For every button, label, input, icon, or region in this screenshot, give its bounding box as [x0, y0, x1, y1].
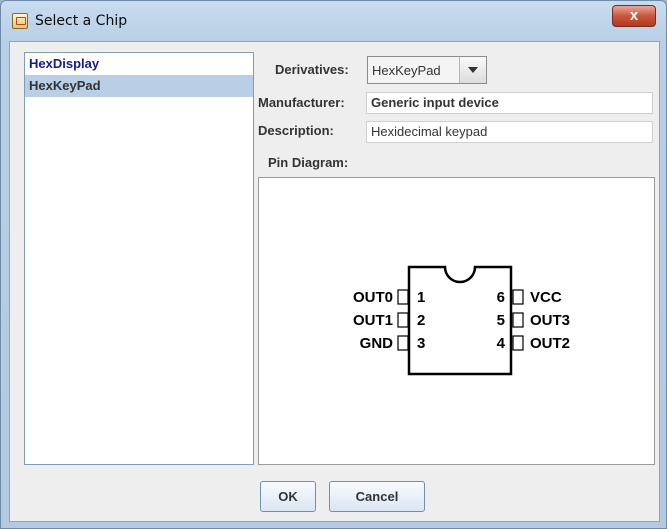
pin-diagram-panel: OUT0 OUT1 GND 1 2 3 6 5 4 VCC OUT3 OUT2 — [258, 177, 655, 465]
title-bar[interactable]: Select a Chip x — [1, 1, 666, 41]
pin-5-box — [512, 312, 524, 328]
manufacturer-field[interactable]: Generic input device — [366, 92, 653, 114]
java-app-icon — [12, 13, 28, 29]
derivatives-label: Derivatives: — [275, 62, 349, 77]
pin-name-left: OUT1 — [353, 312, 393, 329]
pin-number-left: 1 — [417, 289, 425, 306]
pin-3-box — [397, 335, 409, 351]
chip-list-item-hexdisplay[interactable]: HexDisplay — [25, 53, 253, 75]
pin-name-right: OUT3 — [530, 312, 570, 329]
close-button[interactable]: x — [612, 5, 656, 27]
pin-diagram-label: Pin Diagram: — [268, 155, 349, 170]
ok-button[interactable]: OK — [260, 481, 316, 512]
window-title: Select a Chip — [35, 13, 128, 29]
pin-name-left: GND — [360, 335, 394, 352]
select-chip-dialog: Select a Chip x HexDisplay HexKeyPad Der… — [0, 0, 667, 529]
derivatives-selected-value: HexKeyPad — [372, 63, 441, 78]
pin-number-left: 2 — [417, 312, 425, 329]
chip-list[interactable]: HexDisplay HexKeyPad — [24, 52, 254, 465]
cancel-button[interactable]: Cancel — [329, 481, 425, 512]
pin-number-right: 6 — [497, 289, 505, 306]
manufacturer-label: Manufacturer: — [258, 95, 345, 110]
pin-6-box — [512, 289, 524, 305]
derivatives-dropdown[interactable]: HexKeyPad — [367, 56, 487, 84]
pin-number-right: 4 — [497, 335, 506, 352]
pin-name-left: OUT0 — [353, 289, 393, 306]
pin-name-right: OUT2 — [530, 335, 570, 352]
pin-number-right: 5 — [497, 312, 505, 329]
pin-1-box — [397, 289, 409, 305]
pin-4-box — [512, 335, 524, 351]
pin-number-left: 3 — [417, 335, 425, 352]
pin-name-right: VCC — [530, 289, 562, 306]
description-label: Description: — [258, 123, 334, 138]
chip-pin-diagram: OUT0 OUT1 GND 1 2 3 6 5 4 VCC OUT3 OUT2 — [353, 265, 570, 376]
pin-2-box — [397, 312, 409, 328]
chevron-down-icon[interactable] — [459, 57, 486, 83]
chip-list-item-hexkeypad[interactable]: HexKeyPad — [25, 75, 253, 97]
description-field[interactable]: Hexidecimal keypad — [366, 121, 653, 143]
dialog-content: HexDisplay HexKeyPad Derivatives: HexKey… — [9, 41, 660, 522]
